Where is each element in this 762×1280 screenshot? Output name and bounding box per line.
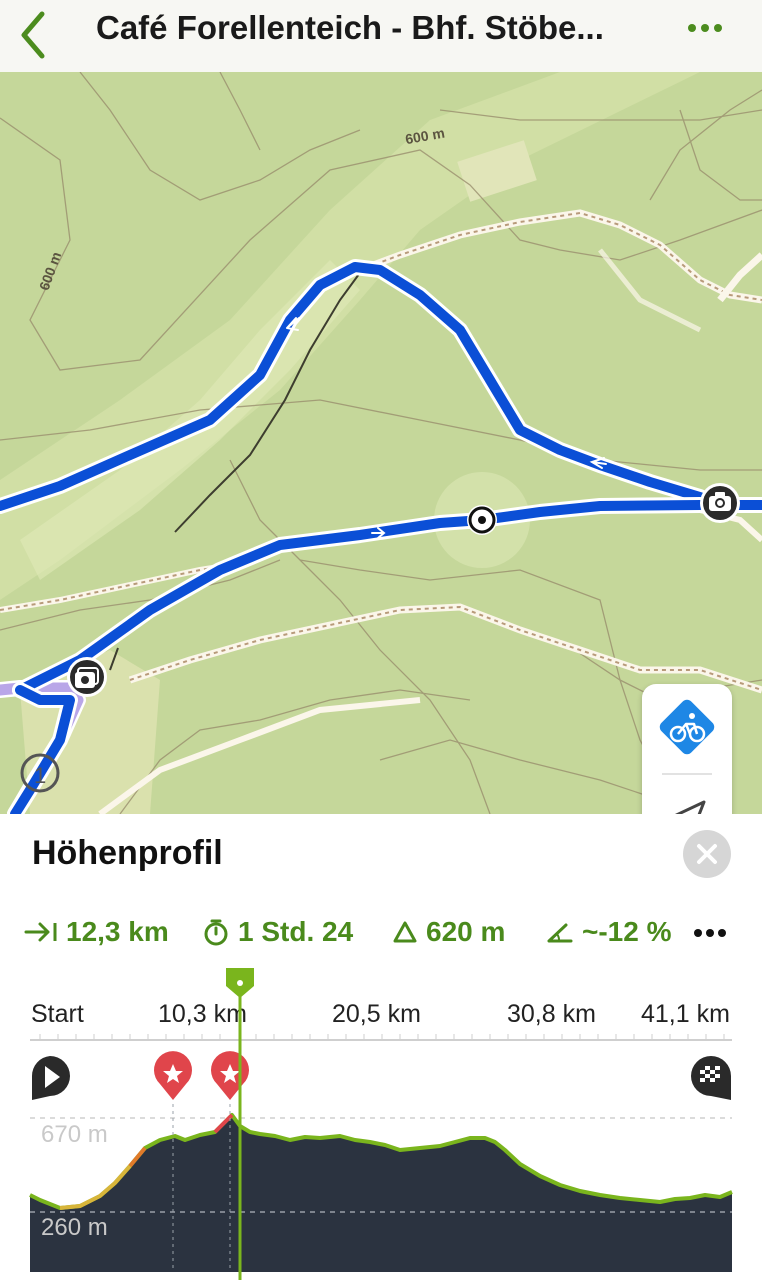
map-view[interactable]: 600 m 600 m 1 [0,72,762,814]
gradient-value: ~-12 % [582,916,672,947]
distance-value: 12,3 km [66,916,169,947]
chevron-left-icon [21,11,45,59]
more-options-button[interactable] [680,18,730,38]
elevation-chart[interactable] [0,960,762,1280]
photo-collection-marker-icon[interactable] [67,657,107,697]
position-marker[interactable] [467,505,497,535]
bike-layer-icon[interactable] [657,697,716,756]
location-arrow-icon[interactable] [670,800,706,814]
photo-marker-icon[interactable] [700,483,740,523]
elevation-label-high: 670 m [41,1121,108,1148]
map-controls [642,684,732,814]
gradient-stat: ~-12 % [546,912,682,952]
duration-stat: 1 Std. 24 [202,912,353,952]
contour-label-2: 600 m [36,250,65,293]
highlight-marker-icon[interactable] [154,1051,193,1100]
stats-more-button[interactable] [688,918,734,948]
ellipsis-icon [688,24,722,32]
back-button[interactable] [14,10,58,60]
elevation-area [30,1115,732,1272]
svg-text:1: 1 [34,763,46,788]
ascent-icon [393,921,417,943]
sheet-title: Höhenprofil [32,834,223,872]
duration-value: 1 Std. 24 [238,916,354,947]
close-icon [697,844,717,864]
ellipsis-icon [694,929,726,937]
finish-marker-icon[interactable] [691,1056,731,1100]
distance-stat: 12,3 km [24,912,169,952]
stopwatch-icon [204,919,228,946]
navigation-bar: Café Forellenteich - Bhf. Stöbe... [0,0,762,73]
route-stats: 12,3 km 1 Std. 24 620 m ~-12 % [24,912,744,952]
elevation-label-low: 260 m [41,1214,108,1241]
page-title: Café Forellenteich - Bhf. Stöbe... [96,10,604,46]
highlight-marker-icon[interactable] [211,1051,250,1100]
ascent-value: 620 m [426,916,506,947]
start-marker-icon[interactable] [31,1056,70,1100]
ascent-stat: 620 m [392,912,505,952]
close-button[interactable] [683,830,731,878]
distance-icon [24,922,57,942]
gradient-icon [547,923,573,943]
